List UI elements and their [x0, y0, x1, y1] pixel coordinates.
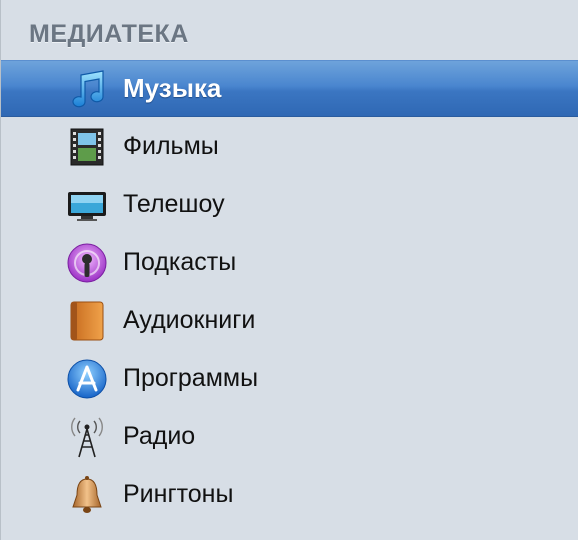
sidebar-item-films[interactable]: Фильмы	[1, 118, 578, 175]
film-icon	[65, 125, 109, 169]
sidebar-item-apps[interactable]: Программы	[1, 350, 578, 407]
sidebar-item-ringtones[interactable]: Рингтоны	[1, 466, 578, 523]
library-sidebar: МЕДИАТЕКА Музыка Фильмы Телешоу Подкасты…	[0, 0, 578, 540]
sidebar-item-tvshows[interactable]: Телешоу	[1, 176, 578, 233]
radio-antenna-icon	[65, 415, 109, 459]
music-note-icon	[65, 67, 109, 111]
sidebar-item-label: Радио	[123, 422, 196, 450]
sidebar-item-label: Музыка	[123, 73, 222, 103]
audiobook-icon	[65, 299, 109, 343]
sidebar-item-label: Телешоу	[123, 190, 225, 218]
sidebar-item-audiobooks[interactable]: Аудиокниги	[1, 292, 578, 349]
library-section-header: МЕДИАТЕКА	[29, 20, 189, 48]
sidebar-item-label: Аудиокниги	[123, 306, 256, 334]
sidebar-item-radio[interactable]: Радио	[1, 408, 578, 465]
sidebar-item-label: Подкасты	[123, 248, 237, 276]
sidebar-item-label: Рингтоны	[123, 480, 234, 508]
podcast-icon	[65, 241, 109, 285]
app-store-icon	[65, 357, 109, 401]
sidebar-item-podcasts[interactable]: Подкасты	[1, 234, 578, 291]
sidebar-item-music[interactable]: Музыка	[1, 60, 578, 117]
tv-icon	[65, 183, 109, 227]
sidebar-item-label: Программы	[123, 364, 259, 392]
sidebar-item-label: Фильмы	[123, 132, 219, 160]
bell-icon	[65, 473, 109, 517]
